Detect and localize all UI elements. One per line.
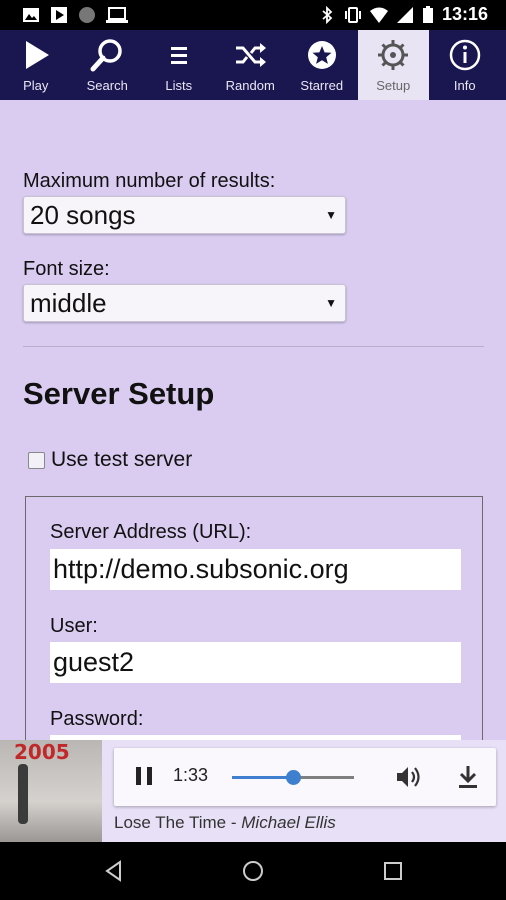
divider [23,346,484,347]
player-controls: 1:33 [114,748,496,806]
gallery-icon [23,8,39,22]
download-icon[interactable] [456,763,480,791]
font-size-value: middle [30,288,107,318]
dot-icon [79,7,95,23]
album-art[interactable]: 2005 [0,740,102,842]
recents-icon[interactable] [381,859,405,883]
setup-page: Maximum number of results: 20 songs ▼ Fo… [0,100,506,740]
now-playing: Lose The Time - Michael Ellis [114,813,336,833]
gear-icon [378,40,409,70]
play-icon [25,41,49,69]
nav-setup[interactable]: Setup [357,30,429,100]
clock: 13:16 [441,4,488,24]
laptop-icon [106,7,128,23]
user-label: User: [50,615,98,637]
max-results-value: 20 songs [30,200,136,230]
top-nav: Play Search Lists Random Starred Setup I… [0,30,506,100]
max-results-select[interactable]: 20 songs ▼ [23,196,346,234]
nav-starred[interactable]: Starred [286,30,358,100]
dropdown-arrow-icon: ▼ [325,208,337,222]
battery-icon [422,5,433,23]
nav-label: Lists [165,78,193,93]
nav-label: Setup [376,78,411,93]
vibrate-icon [344,6,361,23]
nav-info[interactable]: Info [429,30,501,100]
search-icon [90,39,122,72]
elapsed-time: 1:33 [173,765,209,785]
test-server-label: Use test server [51,448,193,471]
track-title: Lose The Time [114,813,227,832]
wifi-icon [369,7,388,23]
nav-label: Search [86,78,128,93]
server-setup-heading: Server Setup [23,376,215,411]
nav-lists[interactable]: Lists [143,30,215,100]
back-icon[interactable] [102,859,126,883]
signal-icon [396,6,413,23]
nav-label: Random [225,78,275,93]
nav-label: Play [23,78,49,93]
bluetooth-icon [322,5,333,24]
star-icon [307,41,336,69]
max-results-label: Maximum number of results: [23,170,276,192]
server-address-input[interactable]: http://demo.subsonic.org [50,549,461,590]
status-bar: 13:16 [0,0,506,30]
seek-thumb[interactable] [286,770,301,785]
album-year: 2005 [14,740,70,764]
test-server-option[interactable]: Use test server [28,448,192,472]
info-icon [449,39,480,71]
player-bar: 2005 1:33 Lose The Time - Michael Ellis [0,740,506,842]
server-address-label: Server Address (URL): [50,521,252,543]
server-settings-box: Server Address (URL): http://demo.subson… [25,496,483,740]
track-separator: - [226,813,242,832]
password-label: Password: [50,708,144,730]
nav-play[interactable]: Play [0,30,72,100]
shuffle-icon [236,43,267,67]
system-nav-bar [0,842,506,900]
user-input[interactable]: guest2 [50,642,461,683]
pause-button[interactable] [132,764,156,788]
lists-icon [170,47,187,64]
play-store-icon [51,7,67,23]
dropdown-arrow-icon: ▼ [325,296,337,310]
nav-label: Starred [300,78,344,93]
track-artist: Michael Ellis [241,813,336,832]
seek-slider[interactable] [232,770,354,785]
seek-progress [232,776,293,779]
nav-label: Info [453,78,476,93]
album-figure [18,764,28,824]
nav-random[interactable]: Random [215,30,287,100]
home-icon[interactable] [241,859,265,883]
font-size-label: Font size: [23,258,110,280]
test-server-checkbox[interactable] [28,451,45,469]
font-size-select[interactable]: middle ▼ [23,284,346,322]
volume-icon[interactable] [394,763,422,791]
nav-search[interactable]: Search [72,30,144,100]
